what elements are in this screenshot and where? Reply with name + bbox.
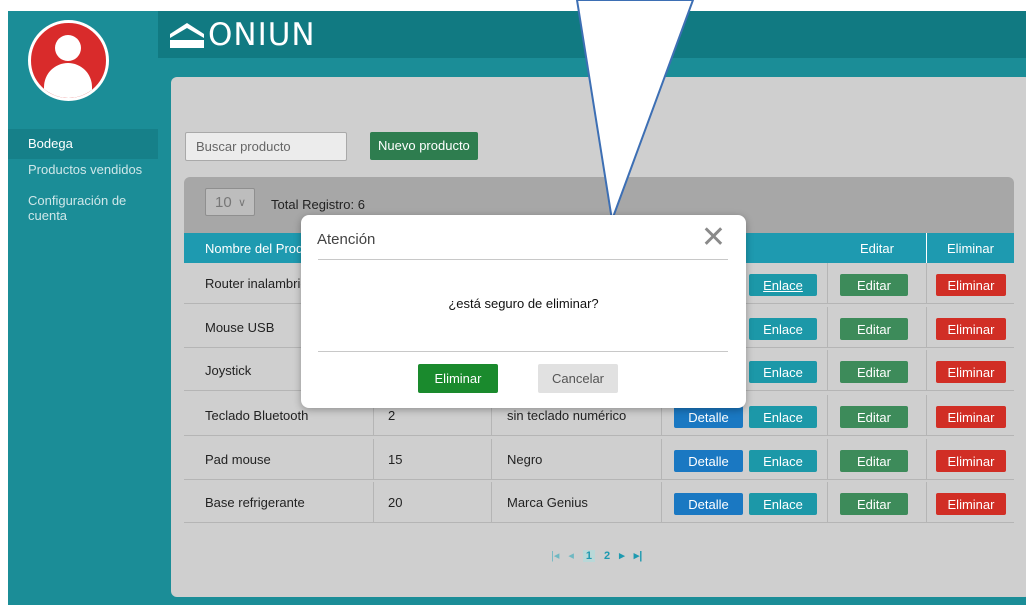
dialog-title: Atención xyxy=(317,231,376,248)
sidebar-item-productos-vendidos[interactable]: Productos vendidos xyxy=(8,162,158,182)
link-button[interactable]: Enlace xyxy=(749,406,817,428)
delete-cell: Eliminar xyxy=(927,350,1014,391)
page-2-button[interactable]: 2 xyxy=(604,550,610,562)
house-logo-icon xyxy=(170,23,204,48)
pagination: |◂ ◂ 1 2 ▸ ▸| xyxy=(551,549,642,562)
edit-cell: Editar xyxy=(828,482,927,523)
delete-button[interactable]: Eliminar xyxy=(936,450,1006,472)
total-records: Total Registro: 6 xyxy=(271,197,365,212)
edit-cell: Editar xyxy=(828,395,927,436)
confirm-delete-button[interactable]: Eliminar xyxy=(418,364,498,393)
next-page-icon[interactable]: ▸ xyxy=(619,549,625,562)
edit-cell: Editar xyxy=(828,439,927,480)
sidebar-item-configuracion[interactable]: Configuración de cuenta xyxy=(8,193,138,223)
edit-button[interactable]: Editar xyxy=(840,318,908,340)
edit-button[interactable]: Editar xyxy=(840,406,908,428)
cancel-button[interactable]: Cancelar xyxy=(538,364,618,393)
page-1-button[interactable]: 1 xyxy=(582,549,596,562)
page-size-value: 10 xyxy=(215,194,232,211)
chevron-down-icon: ∨ xyxy=(237,197,246,209)
delete-cell: Eliminar xyxy=(927,263,1014,304)
last-page-icon[interactable]: ▸| xyxy=(634,549,643,562)
sidebar-item-bodega[interactable]: Bodega xyxy=(8,129,158,159)
close-icon[interactable]: ✕ xyxy=(701,223,726,253)
edit-button[interactable]: Editar xyxy=(840,450,908,472)
link-button[interactable]: Enlace xyxy=(749,493,817,515)
edit-button[interactable]: Editar xyxy=(840,493,908,515)
edit-cell: Editar xyxy=(828,263,927,304)
edit-button[interactable]: Editar xyxy=(840,274,908,296)
product-qty: 15 xyxy=(374,439,492,480)
delete-cell: Eliminar xyxy=(927,307,1014,348)
link-button[interactable]: Enlace xyxy=(749,450,817,472)
pointer-arrow-icon xyxy=(575,0,695,224)
col-header-edit: Editar xyxy=(828,233,927,263)
page-size-select[interactable]: 10 ∨ xyxy=(205,188,255,216)
link-button[interactable]: Enlace xyxy=(749,318,817,340)
product-qty: 20 xyxy=(374,482,492,523)
delete-cell: Eliminar xyxy=(927,482,1014,523)
divider xyxy=(318,259,728,260)
product-description: Negro xyxy=(492,439,662,480)
user-avatar-icon[interactable] xyxy=(28,20,109,101)
delete-button[interactable]: Eliminar xyxy=(936,318,1006,340)
prev-page-icon[interactable]: ◂ xyxy=(568,549,574,562)
edit-cell: Editar xyxy=(828,307,927,348)
delete-button[interactable]: Eliminar xyxy=(936,361,1006,383)
table-row: Pad mouse 15 Negro Detalle Enlace Editar Elimi… xyxy=(184,439,1014,480)
sidebar: Bodega Productos vendidos Configuración … xyxy=(8,11,158,605)
new-product-button[interactable]: Nuevo producto xyxy=(370,132,478,160)
link-button[interactable]: Enlace xyxy=(749,274,817,296)
delete-button[interactable]: Eliminar xyxy=(936,274,1006,296)
delete-cell: Eliminar xyxy=(927,395,1014,436)
delete-button[interactable]: Eliminar xyxy=(936,493,1006,515)
action-cell: Detalle Enlace xyxy=(662,439,828,480)
product-name: Pad mouse xyxy=(184,439,374,480)
product-name: Base refrigerante xyxy=(184,482,374,523)
table-row: Base refrigerante 20 Marca Genius Detalle En… xyxy=(184,482,1014,523)
detail-button[interactable]: Detalle xyxy=(674,493,743,515)
sidebar-item-label: Configuración de cuenta xyxy=(28,193,127,223)
detail-button[interactable]: Detalle xyxy=(674,406,743,428)
brand-logo: ONIUN xyxy=(168,15,316,55)
detail-button[interactable]: Detalle xyxy=(674,450,743,472)
divider xyxy=(318,351,728,352)
confirm-dialog: Atención ✕ ¿está seguro de eliminar? Eli… xyxy=(301,215,746,408)
col-header-delete: Eliminar xyxy=(947,241,994,256)
product-description: Marca Genius xyxy=(492,482,662,523)
dialog-message: ¿está seguro de eliminar? xyxy=(448,296,599,311)
action-cell: Detalle Enlace xyxy=(662,482,828,523)
edit-button[interactable]: Editar xyxy=(840,361,908,383)
brand-name: ONIUN xyxy=(208,17,316,53)
first-page-icon[interactable]: |◂ xyxy=(551,549,559,562)
search-input[interactable]: Buscar producto xyxy=(185,132,347,161)
edit-cell: Editar xyxy=(828,350,927,391)
link-button[interactable]: Enlace xyxy=(749,361,817,383)
delete-button[interactable]: Eliminar xyxy=(936,406,1006,428)
delete-cell: Eliminar xyxy=(927,439,1014,480)
